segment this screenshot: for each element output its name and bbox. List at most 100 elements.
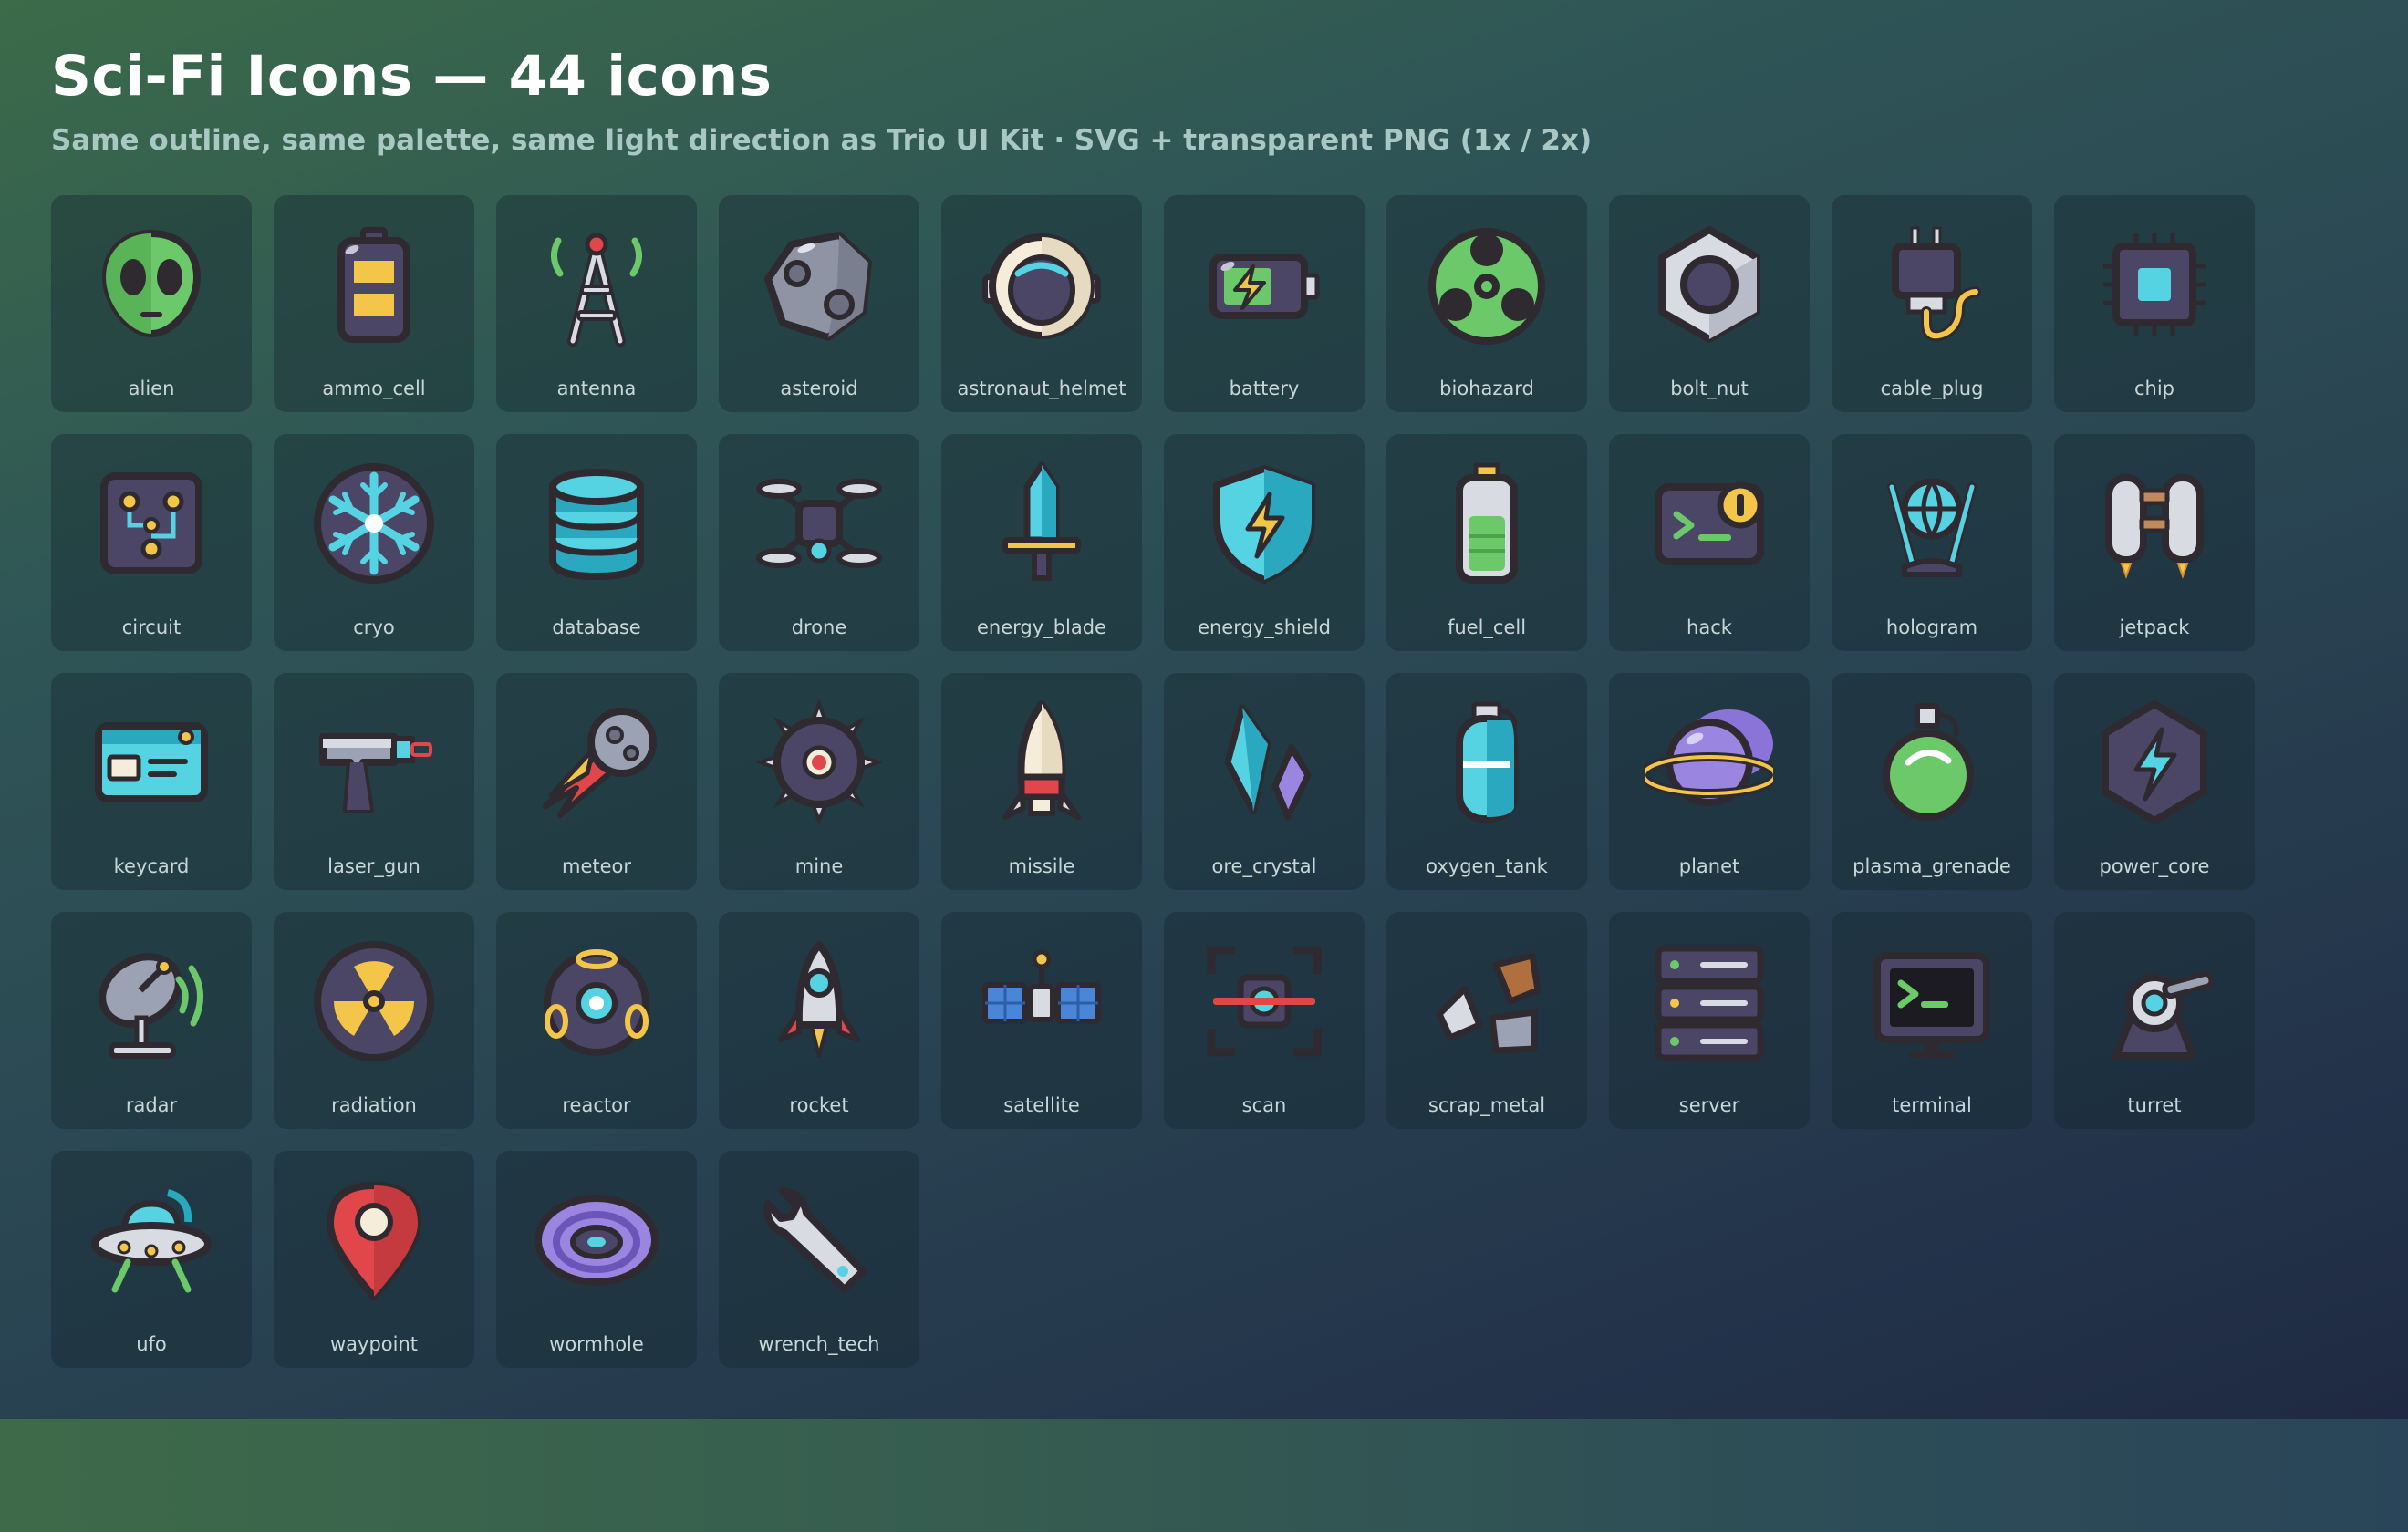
icon-tile-cable-plug[interactable]: cable_plug	[1832, 195, 2032, 412]
hack-icon	[1655, 481, 1764, 565]
icon-label: energy_blade	[977, 616, 1106, 638]
icon-tile-radar[interactable]: radar	[51, 912, 252, 1129]
icon-tile-rocket[interactable]: rocket	[719, 912, 919, 1129]
icon-label: database	[552, 616, 641, 638]
icon-tile-oxygen-tank[interactable]: oxygen_tank	[1386, 673, 1587, 890]
icon-label: asteroid	[780, 378, 858, 399]
icon-label: biohazard	[1439, 378, 1534, 399]
icon-label: battery	[1229, 378, 1300, 399]
icon-tile-energy-shield[interactable]: energy_shield	[1164, 434, 1365, 651]
cable-plug-icon	[1892, 226, 1981, 342]
bolt-nut-icon	[1658, 226, 1760, 343]
icon-label: satellite	[1003, 1094, 1080, 1116]
icon-tile-turret[interactable]: turret	[2054, 912, 2255, 1129]
icon-label: power_core	[2099, 855, 2210, 877]
icon-tile-fuel-cell[interactable]: fuel_cell	[1386, 434, 1587, 651]
icon-label: jetpack	[2119, 616, 2190, 638]
alien-icon	[101, 229, 202, 338]
icon-label: antenna	[556, 378, 637, 399]
icon-tile-mine[interactable]: mine	[719, 673, 919, 890]
page-title: Sci-Fi Icons — 44 icons	[51, 44, 773, 109]
waypoint-icon	[327, 1182, 421, 1300]
mine-icon	[755, 699, 883, 826]
icon-tile-laser-gun[interactable]: laser_gun	[274, 673, 474, 890]
icon-label: terminal	[1892, 1094, 1972, 1116]
icon-label: ammo_cell	[322, 378, 426, 399]
rocket-icon	[778, 941, 860, 1058]
icon-tile-terminal[interactable]: terminal	[1832, 912, 2032, 1129]
fuel-cell-icon	[1456, 462, 1518, 584]
icon-tile-hologram[interactable]: hologram	[1832, 434, 2032, 651]
icon-tile-reactor[interactable]: reactor	[496, 912, 697, 1129]
icon-grid: alien ammo_cell antenna asteroid astronaut_h…	[51, 195, 2255, 1368]
icon-tile-keycard[interactable]: keycard	[51, 673, 252, 890]
icon-tile-wrench-tech[interactable]: wrench_tech	[719, 1151, 919, 1368]
icon-tile-hack[interactable]: hack	[1609, 434, 1810, 651]
icon-tile-scan[interactable]: scan	[1164, 912, 1365, 1129]
icon-tile-ufo[interactable]: ufo	[51, 1151, 252, 1368]
icon-tile-battery[interactable]: battery	[1164, 195, 1365, 412]
radiation-icon	[314, 941, 434, 1061]
plasma-grenade-icon	[1883, 703, 1974, 821]
icon-label: astronaut_helmet	[957, 378, 1126, 399]
icon-tile-wormhole[interactable]: wormhole	[496, 1151, 697, 1368]
icon-label: circuit	[121, 616, 182, 638]
icon-tile-meteor[interactable]: meteor	[496, 673, 697, 890]
icon-tile-astronaut-helmet[interactable]: astronaut_helmet	[941, 195, 1142, 412]
jetpack-icon	[2105, 474, 2204, 579]
icon-tile-planet[interactable]: planet	[1609, 673, 1810, 890]
icon-label: turret	[2127, 1094, 2182, 1116]
bottom-band	[0, 1419, 2408, 1532]
icon-label: fuel_cell	[1447, 616, 1527, 638]
icon-label: energy_shield	[1198, 616, 1331, 638]
icon-label: cable_plug	[1880, 378, 1984, 399]
laser-gun-icon	[319, 733, 432, 813]
ore-crystal-icon	[1224, 704, 1312, 821]
astronaut-helmet-icon	[982, 233, 1101, 339]
icon-label: reactor	[562, 1094, 631, 1116]
icon-tile-antenna[interactable]: antenna	[496, 195, 697, 412]
icon-label: hologram	[1885, 616, 1978, 638]
icon-tile-ore-crystal[interactable]: ore_crystal	[1164, 673, 1365, 890]
icon-tile-drone[interactable]: drone	[719, 434, 919, 651]
icon-tile-database[interactable]: database	[496, 434, 697, 651]
icon-tile-server[interactable]: server	[1609, 912, 1810, 1129]
missile-icon	[1002, 700, 1081, 820]
wrench-tech-icon	[763, 1187, 867, 1293]
icon-tile-scrap-metal[interactable]: scrap_metal	[1386, 912, 1587, 1129]
icon-tile-ammo-cell[interactable]: ammo_cell	[274, 195, 474, 412]
icon-tile-power-core[interactable]: power_core	[2054, 673, 2255, 890]
icon-tile-missile[interactable]: missile	[941, 673, 1142, 890]
icon-tile-asteroid[interactable]: asteroid	[719, 195, 919, 412]
database-icon	[549, 469, 644, 581]
icon-label: scan	[1241, 1094, 1287, 1116]
icon-tile-biohazard[interactable]: biohazard	[1386, 195, 1587, 412]
icon-label: scrap_metal	[1427, 1094, 1546, 1116]
icon-tile-plasma-grenade[interactable]: plasma_grenade	[1832, 673, 2032, 890]
wormhole-icon	[535, 1195, 659, 1286]
icon-label: cryo	[353, 616, 395, 638]
icon-tile-energy-blade[interactable]: energy_blade	[941, 434, 1142, 651]
icon-tile-alien[interactable]: alien	[51, 195, 252, 412]
icon-label: mine	[794, 855, 844, 877]
icon-tile-waypoint[interactable]: waypoint	[274, 1151, 474, 1368]
icon-tile-cryo[interactable]: cryo	[274, 434, 474, 651]
circuit-icon	[100, 472, 202, 574]
antenna-icon	[551, 233, 642, 347]
icon-tile-circuit[interactable]: circuit	[51, 434, 252, 651]
icon-tile-chip[interactable]: chip	[2054, 195, 2255, 412]
drone-icon	[756, 479, 882, 568]
planet-icon	[1645, 709, 1773, 806]
icon-tile-jetpack[interactable]: jetpack	[2054, 434, 2255, 651]
reactor-icon	[544, 949, 649, 1056]
icon-label: rocket	[789, 1094, 849, 1116]
icon-label: alien	[128, 378, 175, 399]
energy-shield-icon	[1213, 465, 1315, 584]
icon-label: waypoint	[329, 1333, 419, 1355]
icon-label: chip	[2133, 378, 2175, 399]
icon-tile-radiation[interactable]: radiation	[274, 912, 474, 1129]
icon-label: radar	[125, 1094, 178, 1116]
icon-tile-satellite[interactable]: satellite	[941, 912, 1142, 1129]
icon-tile-bolt-nut[interactable]: bolt_nut	[1609, 195, 1810, 412]
icon-label: hack	[1687, 616, 1732, 638]
